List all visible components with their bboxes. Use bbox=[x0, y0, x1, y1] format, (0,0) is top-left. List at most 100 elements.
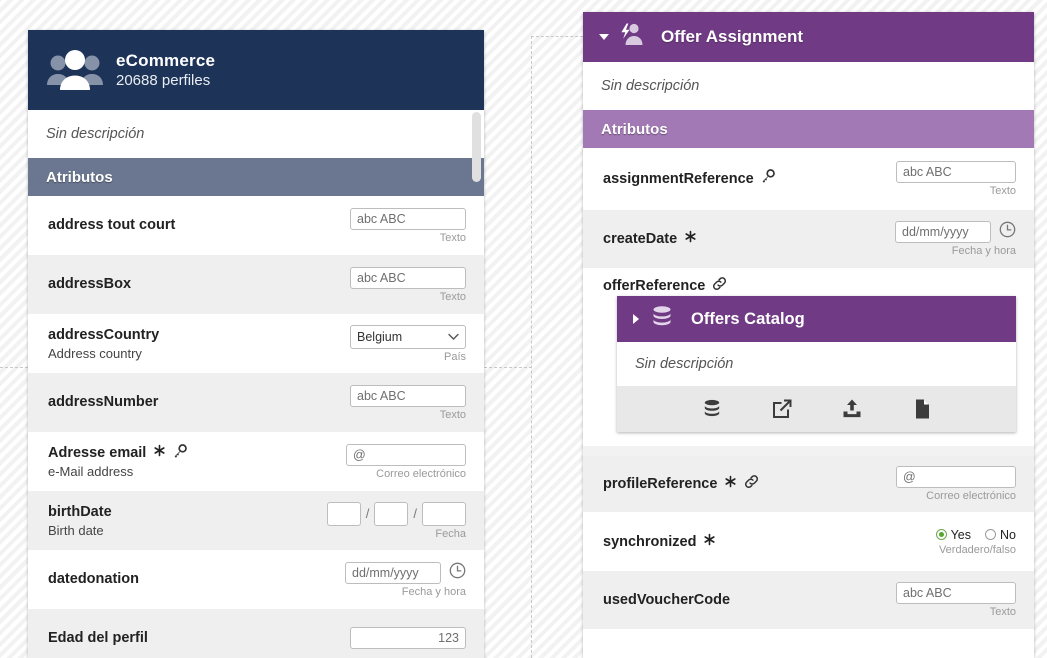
table-row[interactable]: addressNumber abc ABC Texto bbox=[28, 373, 484, 432]
offer-attributes-bar: Atributos bbox=[583, 110, 1034, 148]
text-input[interactable]: abc ABC bbox=[350, 207, 466, 230]
attribute-type-label: Texto bbox=[989, 185, 1016, 197]
table-row[interactable]: address tout court abc ABC Texto bbox=[28, 196, 484, 255]
table-row[interactable]: Adresse email e-Mail address @ Correo el… bbox=[28, 432, 484, 491]
attribute-name: birthDate bbox=[48, 504, 112, 521]
asterisk-icon bbox=[724, 475, 737, 493]
radio-option-yes[interactable]: Yes bbox=[935, 527, 972, 542]
offer-assignment-description: Sin descripción bbox=[583, 62, 1034, 110]
attribute-name: profileReference bbox=[603, 476, 718, 493]
date-year-input[interactable] bbox=[422, 501, 466, 526]
radio-no-label: No bbox=[1000, 527, 1016, 542]
email-input[interactable]: @ bbox=[346, 443, 466, 466]
clock-icon[interactable] bbox=[449, 562, 466, 584]
text-input[interactable]: abc ABC bbox=[350, 266, 466, 289]
date-month-input[interactable] bbox=[374, 501, 409, 526]
caret-down-icon[interactable] bbox=[599, 34, 609, 40]
radio-no-dot[interactable] bbox=[985, 529, 997, 541]
radio-yes-dot[interactable] bbox=[935, 529, 947, 541]
text-input[interactable]: abc ABC bbox=[350, 384, 466, 407]
offer-assignment-header: Offer Assignment bbox=[583, 12, 1034, 62]
attribute-name: Adresse email bbox=[48, 445, 147, 462]
database-icon bbox=[649, 304, 675, 335]
section-divider bbox=[583, 446, 1034, 457]
table-row[interactable]: Edad del perfil 123 bbox=[28, 609, 484, 658]
event-person-icon bbox=[619, 22, 645, 53]
file-icon[interactable] bbox=[911, 398, 933, 420]
external-link-icon[interactable] bbox=[771, 398, 793, 420]
boolean-radio-group[interactable]: Yes No bbox=[935, 527, 1016, 542]
datetime-input[interactable]: dd/mm/yyyy bbox=[345, 561, 441, 584]
attribute-type-label: Fecha y hora bbox=[401, 585, 466, 598]
connector-line-top bbox=[531, 36, 583, 37]
date-day-input[interactable] bbox=[326, 501, 361, 526]
datetime-input-group[interactable]: dd/mm/yyyy bbox=[345, 561, 466, 584]
profile-card-subtitle: 20688 perfiles bbox=[116, 72, 211, 90]
table-row[interactable]: addressBox abc ABC Texto bbox=[28, 255, 484, 314]
table-row: offerReference bbox=[583, 268, 1034, 297]
asterisk-icon bbox=[684, 230, 697, 248]
attribute-name: usedVoucherCode bbox=[603, 592, 731, 609]
caret-right-icon[interactable] bbox=[633, 314, 639, 325]
table-row[interactable]: profileReference @ Correo electrónico bbox=[583, 456, 1034, 513]
email-input[interactable]: @ bbox=[896, 466, 1016, 489]
offers-catalog-toolbar bbox=[617, 386, 1016, 433]
profile-attributes-bar: Atributos bbox=[28, 158, 484, 196]
key-icon bbox=[173, 444, 188, 463]
clock-icon[interactable] bbox=[999, 221, 1016, 243]
text-input[interactable]: abc ABC bbox=[896, 582, 1016, 605]
text-input[interactable]: abc ABC bbox=[896, 161, 1016, 183]
table-row[interactable]: assignmentReference abc ABC Texto bbox=[583, 148, 1034, 210]
database-icon[interactable] bbox=[701, 398, 723, 420]
attribute-type-label: Fecha bbox=[435, 527, 466, 540]
vertical-scrollbar[interactable] bbox=[472, 112, 481, 182]
attribute-name: assignmentReference bbox=[603, 170, 754, 187]
offers-catalog-wrapper: Offers Catalog Sin descripción bbox=[583, 296, 1034, 447]
key-icon bbox=[761, 169, 775, 188]
connector-line-vertical bbox=[531, 36, 532, 658]
profile-card-header: eCommerce 20688 perfiles bbox=[28, 30, 484, 110]
date-input-group[interactable]: / / bbox=[326, 501, 466, 526]
attribute-name: address tout court bbox=[48, 217, 176, 234]
table-row[interactable]: createDate dd/mm/yyyy Fecha y hora bbox=[583, 210, 1034, 268]
attribute-name: addressNumber bbox=[48, 394, 159, 411]
number-input[interactable]: 123 bbox=[350, 626, 466, 649]
attribute-type-label: Correo electrónico bbox=[926, 490, 1016, 503]
profile-attributes-label: Atributos bbox=[46, 168, 113, 186]
attribute-type-label: País bbox=[443, 350, 466, 363]
attribute-type-label: Fecha y hora bbox=[951, 245, 1016, 257]
attribute-description: Birth date bbox=[48, 522, 104, 538]
chevron-down-icon bbox=[448, 330, 459, 344]
upload-icon[interactable] bbox=[841, 398, 863, 420]
attribute-name: addressCountry bbox=[48, 327, 160, 344]
attribute-type-label: Texto bbox=[439, 231, 466, 244]
offer-attribute-rows: assignmentReference abc ABC Texto create… bbox=[583, 148, 1034, 630]
table-row[interactable]: synchronized Yes No Verdadero/falso bbox=[583, 512, 1034, 572]
attribute-description: e-Mail address bbox=[48, 464, 134, 480]
asterisk-icon bbox=[153, 444, 166, 462]
table-row[interactable]: birthDate Birth date / / Fecha bbox=[28, 491, 484, 550]
table-row[interactable]: datedonation dd/mm/yyyy Fecha y hora bbox=[28, 550, 484, 609]
attribute-name: addressBox bbox=[48, 276, 132, 293]
offer-assignment-card: Offer Assignment Sin descripción Atribut… bbox=[583, 12, 1034, 658]
profile-card-ecommerce: eCommerce 20688 perfiles Sin descripción… bbox=[28, 30, 484, 658]
attribute-type-label: Correo electrónico bbox=[376, 467, 466, 480]
datetime-input-group[interactable]: dd/mm/yyyy bbox=[895, 221, 1016, 243]
datetime-input[interactable]: dd/mm/yyyy bbox=[895, 221, 991, 243]
offers-catalog-card: Offers Catalog Sin descripción bbox=[617, 296, 1016, 433]
link-icon bbox=[712, 276, 727, 296]
country-select[interactable]: Belgium bbox=[350, 324, 466, 349]
table-row[interactable]: usedVoucherCode abc ABC Texto bbox=[583, 571, 1034, 630]
attribute-type-label: Texto bbox=[989, 606, 1016, 619]
asterisk-icon bbox=[703, 533, 716, 551]
table-row[interactable]: addressCountry Address country Belgium P… bbox=[28, 314, 484, 373]
radio-yes-label: Yes bbox=[950, 527, 972, 542]
link-icon bbox=[744, 474, 759, 494]
radio-option-no[interactable]: No bbox=[985, 528, 1016, 542]
date-separator: / bbox=[365, 506, 370, 521]
attribute-description: Address country bbox=[48, 345, 142, 361]
attribute-name: datedonation bbox=[48, 571, 140, 588]
attribute-name: offerReference bbox=[603, 278, 706, 294]
offers-catalog-header: Offers Catalog bbox=[617, 296, 1016, 343]
attribute-name: Edad del perfil bbox=[48, 630, 148, 647]
